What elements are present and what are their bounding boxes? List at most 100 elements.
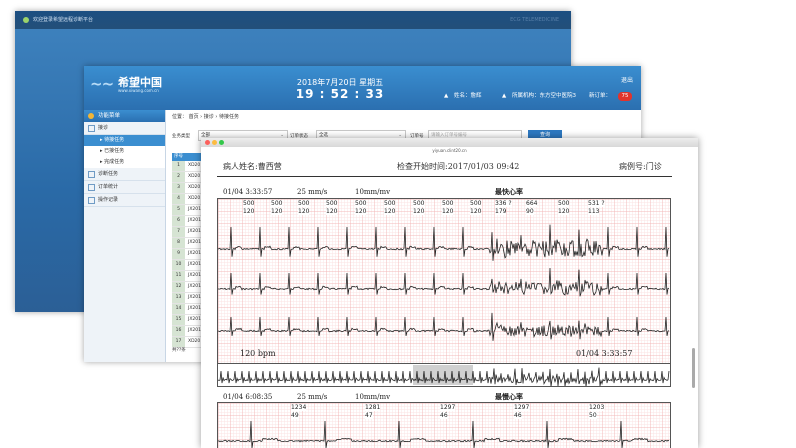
user-name: 姓名：詹辉 <box>454 93 482 99</box>
row-number: 15 <box>172 315 185 325</box>
rr-interval: 500 <box>298 200 310 207</box>
list-icon <box>88 184 95 191</box>
close-icon[interactable] <box>205 140 210 145</box>
strip2-speed: 25 mm/s <box>297 393 328 401</box>
sidebar-header: 功能菜单 <box>84 110 165 122</box>
strip2-time: 01/04 6:08:35 <box>223 393 273 401</box>
document-icon <box>88 125 95 132</box>
sidebar: 功能菜单 接诊 ▸ 待接任务 ▸ 已接任务 ▸ 完成任务 诊断任务 订单统计 操… <box>84 110 166 362</box>
order-code: XD20 <box>188 339 201 344</box>
order-code: XD20 <box>188 174 201 179</box>
minimize-icon[interactable] <box>212 140 217 145</box>
heart-rate: 120 <box>271 208 283 215</box>
logo: ~~ 希望中国 www.xiwang.com.cn <box>90 72 162 98</box>
sidebar-item-reception[interactable]: 接诊 <box>84 122 165 135</box>
sidebar-item-accepted-tasks[interactable]: ▸ 已接任务 <box>84 146 165 157</box>
rr-interval: 664 <box>526 200 538 207</box>
rr-interval: 500 <box>326 200 338 207</box>
header-clock: 19 : 52 : 33 <box>295 87 385 101</box>
sidebar-item-operation-log[interactable]: 操作记录 <box>84 194 165 207</box>
type-label: 业务类型 <box>172 134 190 139</box>
ecg-trace-line <box>218 312 670 341</box>
exam-start-time: 检查开始时间:2017/01/03 09:42 <box>397 162 520 171</box>
heart-rate: 113 <box>588 208 600 215</box>
rr-interval: 1281 <box>365 404 381 411</box>
user-info-bar: ▲ 姓名：詹辉 ▲ 所属机构：东方空中医院3 新订单： 75 <box>444 91 638 102</box>
row-number: 2 <box>172 172 185 182</box>
row-number: 13 <box>172 293 185 303</box>
heart-rate: 120 <box>413 208 425 215</box>
ecg-trace-line <box>218 420 670 448</box>
maximize-icon[interactable] <box>219 140 224 145</box>
order-code: XD20 <box>188 196 201 201</box>
background-window-title: 欢迎登录希望远程诊断平台 <box>33 17 94 23</box>
ecg-trace-line <box>218 367 670 386</box>
heart-rate: 46 <box>440 412 448 419</box>
heart-rate: 90 <box>526 208 534 215</box>
rr-interval: 336 ? <box>495 200 512 207</box>
heart-rate: 49 <box>291 412 299 419</box>
strip1-ecg-traces <box>218 224 670 341</box>
logo-url: www.xiwang.com.cn <box>118 88 159 93</box>
row-number: 14 <box>172 304 185 314</box>
row-number: 12 <box>172 282 185 292</box>
log-icon <box>88 197 95 204</box>
rr-interval: 500 <box>442 200 454 207</box>
app-icon <box>23 17 29 23</box>
app-header: ~~ 希望中国 www.xiwang.com.cn 2018年7月20日 星期五… <box>84 66 641 110</box>
overview-trace <box>218 367 670 386</box>
sidebar-item-diagnosis[interactable]: 诊断任务 <box>84 168 165 181</box>
rr-interval: 531 ? <box>588 200 605 207</box>
menu-icon <box>88 113 94 119</box>
strip2-title: 最慢心率 <box>495 393 523 401</box>
order-code: JX201 <box>188 251 201 256</box>
heart-rate: 120 <box>384 208 396 215</box>
heart-rate: 179 <box>495 208 507 215</box>
rr-interval: 500 <box>355 200 367 207</box>
heart-rate: 47 <box>365 412 373 419</box>
order-code: JX201 <box>188 229 201 234</box>
rr-interval: 500 <box>470 200 482 207</box>
org-name: 所属机构：东方空中医院3 <box>512 93 577 99</box>
strip2-ecg-grid: 1234 49 1281 47 1297 46 1297 46 1203 50 <box>217 402 671 448</box>
sidebar-item-pending-tasks[interactable]: ▸ 待接任务 <box>84 135 165 146</box>
edit-icon <box>88 171 95 178</box>
order-code: JX201 <box>188 273 201 278</box>
ecg-window-titlebar <box>201 138 698 147</box>
ecg-url: yiyuan.clint20.cn <box>432 148 467 153</box>
strip1-gain: 10mm/mv <box>355 188 391 196</box>
new-orders-label: 新订单： <box>589 93 612 99</box>
org-icon: ▲ <box>502 93 507 99</box>
row-number: 9 <box>172 249 185 259</box>
order-code: JX201 <box>188 295 201 300</box>
ecg-viewer-window: yiyuan.clint20.cn 病人姓名:曹西营 检查开始时间:2017/0… <box>201 138 698 448</box>
logo-mark: ~~ <box>90 75 114 93</box>
strip1-bpm: 120 bpm <box>240 349 276 358</box>
order-code: JX201 <box>188 317 201 322</box>
rr-interval: 1297 <box>514 404 530 411</box>
heart-rate: 50 <box>589 412 597 419</box>
order-code: JX201 <box>188 218 201 223</box>
rr-interval: 1203 <box>589 404 605 411</box>
sidebar-item-completed-tasks[interactable]: ▸ 完成任务 <box>84 157 165 168</box>
rr-interval: 500 <box>413 200 425 207</box>
new-orders-badge[interactable]: 75 <box>618 92 632 101</box>
row-number: 11 <box>172 271 185 281</box>
row-number: 10 <box>172 260 185 270</box>
order-code: JX201 <box>188 306 201 311</box>
sidebar-item-order-stats[interactable]: 订单统计 <box>84 181 165 194</box>
grid-total: 共??条 <box>172 348 186 353</box>
case-number: 病例号:门诊 <box>619 162 662 171</box>
patient-name: 病人姓名:曹西营 <box>223 162 282 171</box>
breadcrumb: 位置： 首页 › 接诊 › 待接任务 <box>172 114 239 120</box>
exit-link[interactable]: 退出 <box>621 75 633 84</box>
order-code: XD20 <box>188 163 201 168</box>
row-number: 4 <box>172 194 185 204</box>
strip1-time: 01/04 3:33:57 <box>223 188 273 196</box>
rr-interval: 1234 <box>291 404 307 411</box>
background-window-right-text: ECG TELEMEDICINE <box>510 17 559 23</box>
divider <box>217 176 672 177</box>
scrollbar[interactable] <box>692 348 695 388</box>
strip1-title: 最快心率 <box>495 188 523 196</box>
order-code: JX201 <box>188 262 201 267</box>
